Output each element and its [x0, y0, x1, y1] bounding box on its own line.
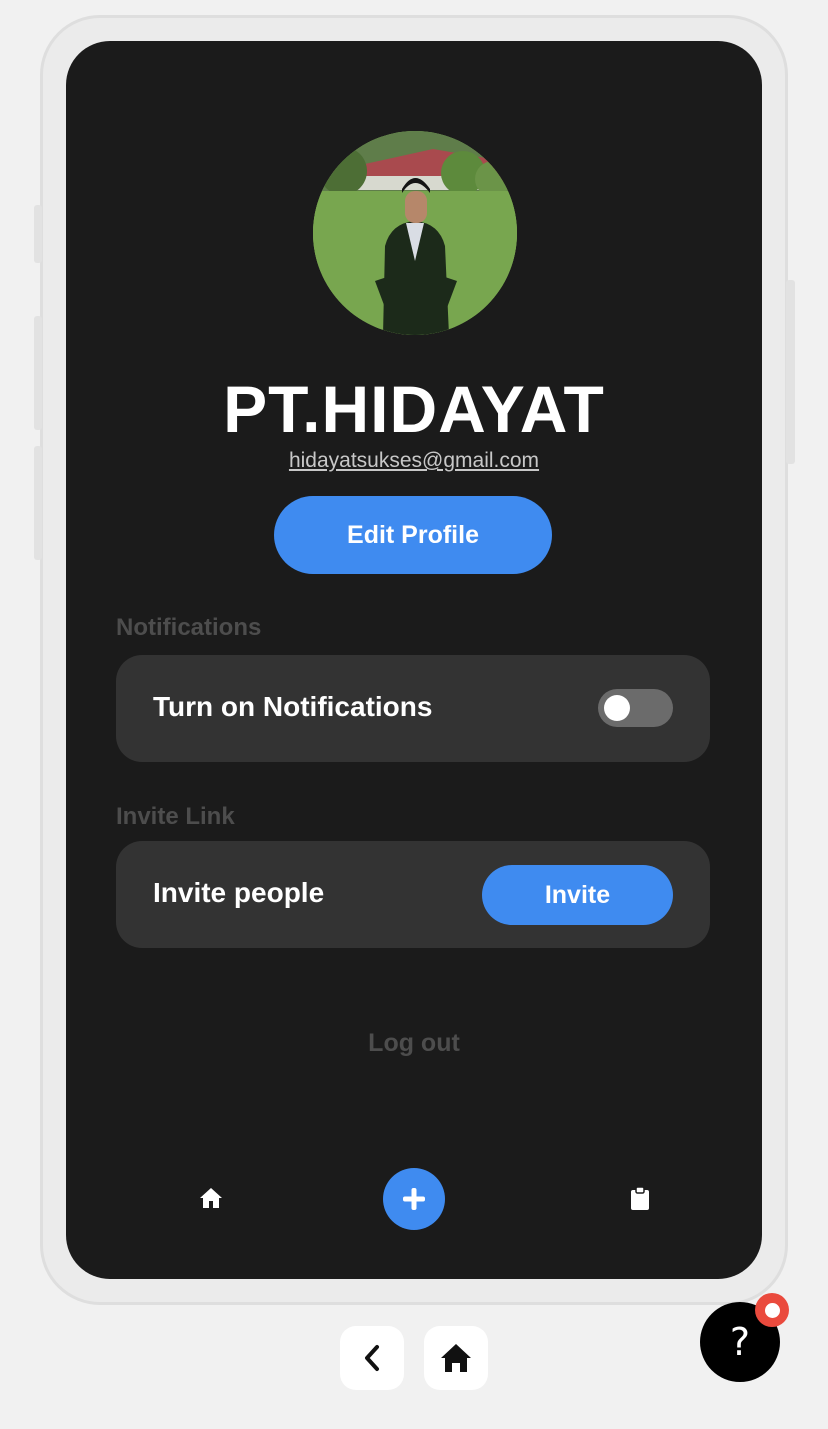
device-home-button[interactable] [424, 1326, 488, 1390]
profile-name: PT.HIDAYAT [223, 372, 605, 446]
home-icon[interactable] [199, 1187, 223, 1214]
app-screen: PT.HIDAYAT hidayatsukses@gmail.com Edit … [66, 41, 762, 1279]
back-button[interactable] [340, 1326, 404, 1390]
logout-button[interactable]: Log out [66, 1029, 762, 1058]
notifications-card: Turn on Notifications [116, 655, 710, 762]
clipboard-icon[interactable] [630, 1186, 650, 1216]
invite-label: Invite people [153, 877, 325, 908]
home-icon [441, 1344, 471, 1372]
notifications-section-label: Notifications [116, 614, 262, 641]
device-side-button [34, 205, 42, 263]
invite-button[interactable]: Invite [482, 865, 673, 925]
add-button[interactable] [383, 1168, 445, 1230]
chevron-left-icon [365, 1345, 379, 1371]
device-volume-up-button [34, 316, 42, 430]
notifications-toggle-label: Turn on Notifications [153, 691, 433, 722]
profile-email[interactable]: hidayatsukses@gmail.com [66, 447, 762, 475]
notifications-toggle[interactable] [598, 689, 673, 727]
profile-photo [313, 131, 517, 335]
avatar[interactable] [313, 131, 517, 335]
plus-icon [403, 1188, 425, 1210]
device-volume-down-button [34, 446, 42, 560]
badge-dot [764, 1302, 780, 1318]
invite-section-label: Invite Link [116, 803, 235, 830]
device-power-button [786, 280, 795, 464]
toggle-knob [604, 695, 630, 721]
help-badge [755, 1293, 789, 1327]
invite-card: Invite people Invite [116, 841, 710, 948]
edit-profile-button[interactable]: Edit Profile [274, 496, 552, 574]
